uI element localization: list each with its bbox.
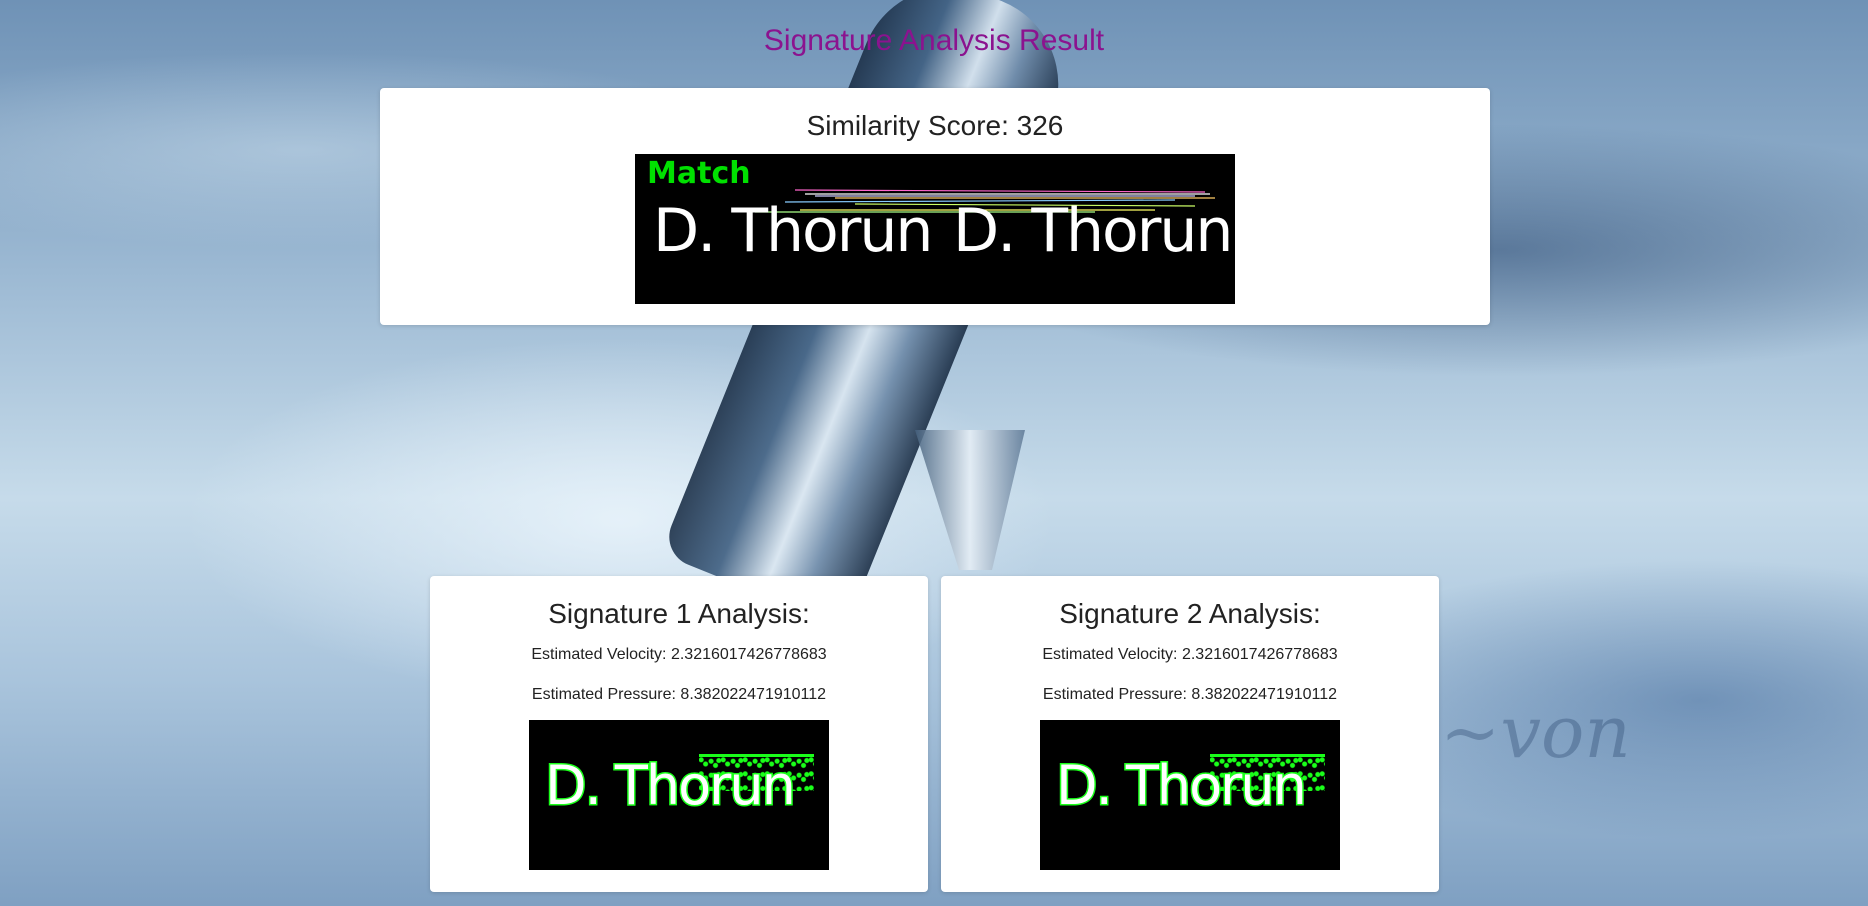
signature-right: D. Thorun <box>953 196 1233 266</box>
signature-2-contour-image: D. Thorun <box>1040 720 1340 870</box>
page-title: Signature Analysis Result <box>763 24 1105 57</box>
background-script: ~von <box>1440 690 1631 774</box>
signature-2-card: Signature 2 Analysis: Estimated Velocity… <box>941 576 1439 892</box>
signature-1-heading: Signature 1 Analysis: <box>548 598 810 629</box>
signature-1-contour-image: D. Thorun <box>529 720 829 870</box>
feature-match-image: Match D. Thorun D. Thorun <box>635 154 1235 304</box>
signature-1-text: D. Thorun <box>544 753 798 819</box>
pen-nib-image <box>915 430 1025 570</box>
similarity-score: Similarity Score: 326 <box>806 110 1064 141</box>
similarity-card: Similarity Score: 326 Match D. Thorun D.… <box>380 88 1490 325</box>
signature-1-pressure: Estimated Pressure: 8.382022471910112 <box>531 686 827 703</box>
signature-2-velocity: Estimated Velocity: 2.3216017426778683 <box>1042 646 1338 663</box>
signature-left: D. Thorun <box>653 196 933 266</box>
signature-1-card: Signature 1 Analysis: Estimated Velocity… <box>430 576 928 892</box>
signature-2-text: D. Thorun <box>1055 753 1309 819</box>
signature-2-heading: Signature 2 Analysis: <box>1059 598 1321 629</box>
signature-2-pressure: Estimated Pressure: 8.382022471910112 <box>1042 686 1338 703</box>
signature-1-velocity: Estimated Velocity: 2.3216017426778683 <box>531 646 827 663</box>
